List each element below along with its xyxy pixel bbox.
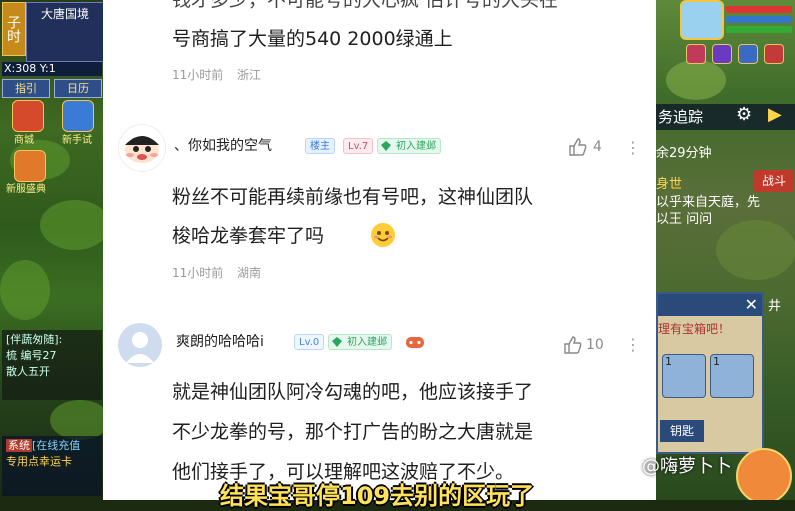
game-time: 子时 (2, 2, 26, 56)
comment-time: 11小时前 (172, 266, 224, 280)
key-button[interactable]: 钥匙 (660, 420, 704, 442)
player-avatar[interactable] (680, 0, 724, 40)
item-slot[interactable]: 1 (710, 354, 754, 398)
gem-icon[interactable] (712, 44, 732, 64)
comment-text: 不少龙拳的号，那个打广告的盼之大唐就是 (172, 421, 534, 443)
more-icon[interactable]: ⋮ (625, 140, 641, 156)
calendar-button[interactable]: 日历 (54, 79, 102, 98)
npc-line: 身世 (656, 177, 683, 192)
fan-badge-label: 初入建邺 (347, 337, 387, 348)
team-line: [伴蔬匆随]: (6, 333, 63, 346)
system-line: 专用点幸运卡 (6, 455, 72, 468)
comment-location: 浙江 (237, 68, 262, 82)
chest-dialog: ✕ 理有宝箱吧！ 1 1 钥匙 (656, 292, 764, 454)
username[interactable]: 爽朗的哈哈哈i (176, 333, 264, 351)
hp-bar (726, 6, 792, 13)
side-label: 井 (768, 299, 782, 314)
avatar[interactable] (118, 124, 166, 172)
team-line: 散人五开 (6, 365, 50, 378)
username[interactable]: 、你如我的空气 (174, 137, 272, 155)
orb-icon[interactable] (738, 44, 758, 64)
emoji-art (374, 231, 392, 242)
potion-icon[interactable] (764, 44, 784, 64)
newbie-icon[interactable] (62, 100, 94, 132)
character-portrait (736, 448, 792, 500)
mp-bar (726, 16, 792, 23)
comment-location: 湖南 (237, 266, 262, 280)
like-count: 10 (586, 337, 604, 353)
gamepad-icon (406, 337, 424, 348)
level-badge: Lv.0 (294, 334, 325, 350)
recharge-link[interactable]: [在线充值 (32, 439, 80, 452)
npc-line: 以乎来自天庭，先 (656, 195, 761, 210)
map-name: 大唐国境 (40, 7, 89, 21)
collapse-icon[interactable]: ▶ (768, 104, 782, 125)
avatar[interactable] (118, 323, 162, 367)
comment-text: 粉丝不可能再续前缘也有号吧，这神仙团队 (172, 186, 534, 208)
smiling-face-emoji (371, 223, 395, 247)
coordinates: X:308 Y:1 (2, 62, 102, 76)
foliage (0, 260, 50, 320)
guide-button[interactable]: 指引 (2, 79, 50, 98)
diamond-icon (381, 141, 391, 151)
comment-panel: 钱才多少，不可能号的大心疯 估计号的大头在 号商搞了大量的540 2000绿通上… (103, 0, 656, 500)
comment-text: 梭哈龙拳套牢了吗 (172, 225, 325, 247)
shop-icon[interactable] (12, 100, 44, 132)
thumbs-up-icon[interactable] (568, 137, 588, 157)
npc-line: 以王 问问 (656, 212, 713, 227)
game-left-hud: 子时 大唐国境 X:308 Y:1 指引 日历 商城 新手试 新服盛典 [伴蔬匆… (0, 0, 104, 500)
fan-badge: 初入建邺 (328, 334, 392, 350)
host-badge: 楼主 (305, 138, 335, 154)
new-server-icon[interactable] (14, 150, 46, 182)
avatar-art (125, 136, 159, 163)
video-subtitle: 结果宝哥停109去别的区玩了 (220, 482, 535, 510)
chest-title: 理有宝箱吧！ (658, 322, 731, 336)
more-icon[interactable]: ⋮ (625, 337, 641, 353)
heart-icon[interactable] (686, 44, 706, 64)
foliage (40, 200, 104, 250)
level-badge: Lv.7 (343, 138, 374, 154)
default-avatar-icon (126, 332, 154, 363)
newbie-label: 新手试 (62, 135, 92, 146)
comment-text: 号商搞了大量的540 2000绿通上 (172, 28, 453, 50)
diamond-icon (332, 337, 342, 347)
watermark: @嗨萝卜卜 (642, 452, 732, 478)
item-count: 1 (713, 355, 720, 368)
fan-badge-label: 初入建邺 (396, 141, 436, 152)
comment-text: 钱才多少，不可能号的大心疯 估计号的大头在 (172, 0, 559, 11)
countdown: 余29分钟 (656, 146, 712, 161)
exp-bar (726, 26, 792, 33)
thumbs-up-icon[interactable] (563, 335, 583, 355)
battle-button[interactable]: 战斗 (754, 170, 794, 192)
comment-time: 11小时前 (172, 68, 224, 82)
watermark-text: @嗨萝卜卜 (642, 456, 732, 477)
team-chat[interactable]: [伴蔬匆随]: 梳 编号27 散人五开 (2, 330, 102, 400)
minimap[interactable]: 大唐国境 (26, 2, 104, 62)
close-icon[interactable]: ✕ (745, 295, 758, 314)
foliage (716, 220, 795, 280)
system-tag: 系统 (6, 439, 32, 452)
foliage (666, 60, 726, 100)
system-chat[interactable]: 系统 [在线充值 专用点幸运卡 (2, 436, 102, 496)
team-line: 梳 编号27 (6, 349, 57, 362)
comment-text: 就是神仙团队阿冷勾魂的吧，他应该接手了 (172, 381, 534, 403)
new-server-label: 新服盛典 (6, 184, 46, 195)
like-count: 4 (593, 139, 602, 155)
item-slot[interactable]: 1 (662, 354, 706, 398)
fan-badge: 初入建邺 (377, 138, 441, 154)
shop-label: 商城 (14, 135, 34, 146)
item-count: 1 (665, 355, 672, 368)
foliage (50, 400, 104, 440)
game-right-hud: 务追踪 ⚙ ▶ 余29分钟 战斗 身世 以乎来自天庭，先 以王 问问 井 ✕ 理… (656, 0, 795, 500)
gear-icon[interactable]: ⚙ (736, 104, 752, 125)
